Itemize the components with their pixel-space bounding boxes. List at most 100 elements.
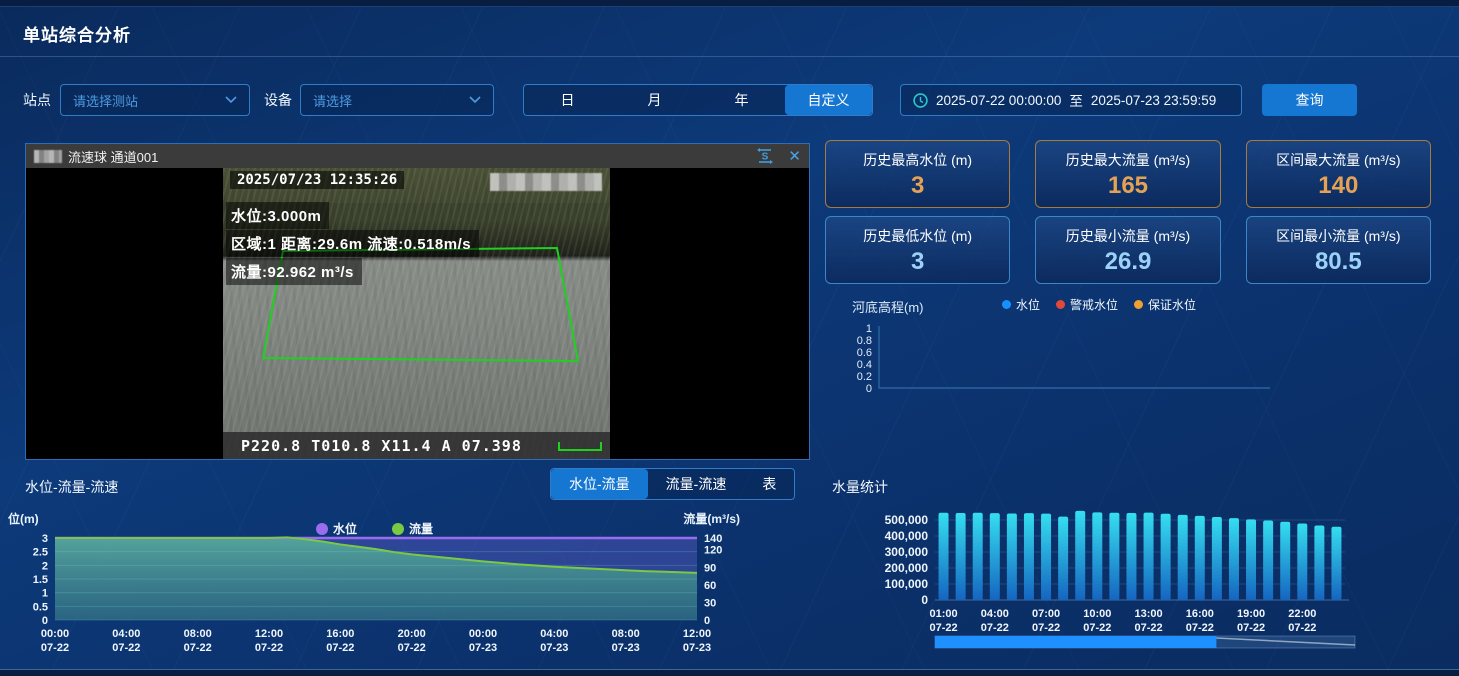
date-range-field[interactable]: 2025-07-22 00:00:00 至 2025-07-23 23:59:5…: [900, 84, 1242, 116]
query-button[interactable]: 查询: [1262, 84, 1357, 116]
volume-bar: [973, 513, 983, 600]
volume-bar: [1109, 513, 1119, 600]
svg-text:10:00: 10:00: [1083, 608, 1111, 620]
period-option-日[interactable]: 日: [524, 85, 611, 115]
volume-chart: 500,000400,000300,000200,000100,000001:0…: [820, 488, 1459, 676]
svg-text:07-22: 07-22: [1083, 622, 1111, 634]
svg-text:0.5: 0.5: [33, 601, 48, 613]
scale-bracket-icon: [558, 440, 602, 452]
stat-card-label: 历史最高水位 (m): [826, 150, 1009, 170]
svg-text:07-22: 07-22: [1186, 622, 1214, 634]
volume-bar: [1280, 522, 1290, 600]
video-frame: 2025/07/23 12:35:26 水位:3.000m区域:1 距离:29.…: [223, 168, 610, 459]
video-timestamp: 2025/07/23 12:35:26: [230, 171, 404, 189]
svg-text:08:00: 08:00: [184, 628, 212, 640]
svg-text:12:00: 12:00: [255, 628, 283, 640]
volume-bar: [990, 513, 1000, 600]
stat-card-label: 历史最大流量 (m³/s): [1036, 150, 1219, 170]
tab-水位-流量[interactable]: 水位-流量: [551, 469, 648, 499]
watermark-redacted: [490, 173, 602, 191]
stream-speed-icon[interactable]: S: [756, 148, 774, 164]
stat-card-value: 3: [826, 248, 1009, 276]
volume-bar: [1058, 517, 1068, 600]
date-start: 2025-07-22 00:00:00: [936, 93, 1061, 108]
svg-text:07-22: 07-22: [1237, 622, 1265, 634]
svg-text:07-22: 07-22: [184, 642, 212, 654]
station-select[interactable]: 请选择测站: [60, 84, 250, 116]
device-select[interactable]: 请选择: [300, 84, 494, 116]
osd-measurement-line: 水位:3.000m: [226, 202, 329, 229]
svg-text:07-22: 07-22: [398, 642, 426, 654]
page-title: 单站综合分析: [23, 21, 131, 46]
bottom-strip: [0, 669, 1459, 676]
volume-bar: [1229, 518, 1239, 600]
svg-text:流量(m³/s): 流量(m³/s): [683, 511, 740, 526]
svg-text:07-22: 07-22: [1134, 622, 1162, 634]
date-separator: 至: [1069, 90, 1083, 110]
stat-card: 区间最大流量 (m³/s)140: [1246, 140, 1431, 208]
svg-text:0: 0: [42, 615, 48, 627]
datazoom-selected[interactable]: [935, 636, 1216, 648]
volume-bar: [1297, 524, 1307, 600]
svg-text:19:00: 19:00: [1237, 608, 1265, 620]
chevron-down-icon: [469, 96, 481, 104]
close-icon[interactable]: ✕: [788, 149, 801, 164]
volume-bar: [1024, 513, 1034, 600]
svg-text:07-22: 07-22: [929, 622, 957, 634]
device-placeholder: 请选择: [313, 91, 461, 110]
stat-card-value: 3: [826, 172, 1009, 200]
tab-表[interactable]: 表: [744, 469, 794, 499]
svg-text:1: 1: [42, 588, 48, 600]
svg-text:0.4: 0.4: [857, 359, 872, 371]
svg-text:0: 0: [704, 615, 710, 627]
svg-text:400,000: 400,000: [885, 529, 929, 543]
video-body: 2025/07/23 12:35:26 水位:3.000m区域:1 距离:29.…: [26, 168, 809, 459]
svg-text:07-23: 07-23: [683, 642, 711, 654]
svg-text:90: 90: [704, 562, 716, 574]
stat-card: 历史最大流量 (m³/s)165: [1035, 140, 1220, 208]
period-option-年[interactable]: 年: [698, 85, 785, 115]
svg-text:500,000: 500,000: [885, 513, 929, 527]
svg-text:0: 0: [921, 593, 928, 607]
stage-flow-section-title: 水位-流量-流速: [25, 477, 118, 497]
svg-text:13:00: 13:00: [1134, 608, 1162, 620]
svg-text:16:00: 16:00: [1186, 608, 1214, 620]
chevron-down-icon: [225, 96, 237, 104]
station-placeholder: 请选择测站: [73, 91, 217, 110]
svg-text:07-22: 07-22: [1032, 622, 1060, 634]
volume-bar: [1314, 525, 1324, 600]
stat-card-label: 区间最小流量 (m³/s): [1247, 226, 1430, 246]
svg-text:07-23: 07-23: [540, 642, 568, 654]
period-segmented-control: 日月年自定义: [523, 84, 873, 116]
stat-card-value: 165: [1036, 172, 1219, 200]
svg-text:07:00: 07:00: [1032, 608, 1060, 620]
svg-text:300,000: 300,000: [885, 545, 929, 559]
volume-bar: [1144, 513, 1154, 600]
svg-text:00:00: 00:00: [469, 628, 497, 640]
svg-text:07-22: 07-22: [112, 642, 140, 654]
riverbed-chart: 10.80.60.40.20: [820, 288, 1459, 420]
top-strip: [0, 0, 1459, 7]
period-option-月[interactable]: 月: [611, 85, 698, 115]
volume-bar: [1161, 514, 1171, 600]
device-label: 设备: [264, 90, 292, 110]
svg-text:S: S: [762, 152, 769, 163]
svg-text:140: 140: [704, 533, 722, 545]
redacted-station-name: [34, 150, 62, 163]
stat-card-value: 26.9: [1036, 248, 1219, 276]
station-label: 站点: [23, 90, 51, 110]
svg-text:01:00: 01:00: [929, 608, 957, 620]
ptz-readout: P220.8 T010.8 X11.4 A 07.398: [241, 437, 522, 455]
volume-bar: [1092, 512, 1102, 600]
svg-text:07-23: 07-23: [469, 642, 497, 654]
svg-text:07-22: 07-22: [255, 642, 283, 654]
volume-bar: [1212, 517, 1222, 600]
video-panel: 流速球 通道001 S ✕ 2025/07/23 12:35:26: [25, 143, 810, 460]
svg-text:100,000: 100,000: [885, 577, 929, 591]
period-option-自定义[interactable]: 自定义: [785, 85, 872, 115]
tab-流量-流速[interactable]: 流量-流速: [648, 469, 745, 499]
volume-bar: [1331, 527, 1341, 600]
svg-text:07-22: 07-22: [41, 642, 69, 654]
volume-bar: [956, 513, 966, 600]
volume-bar: [1263, 520, 1273, 600]
